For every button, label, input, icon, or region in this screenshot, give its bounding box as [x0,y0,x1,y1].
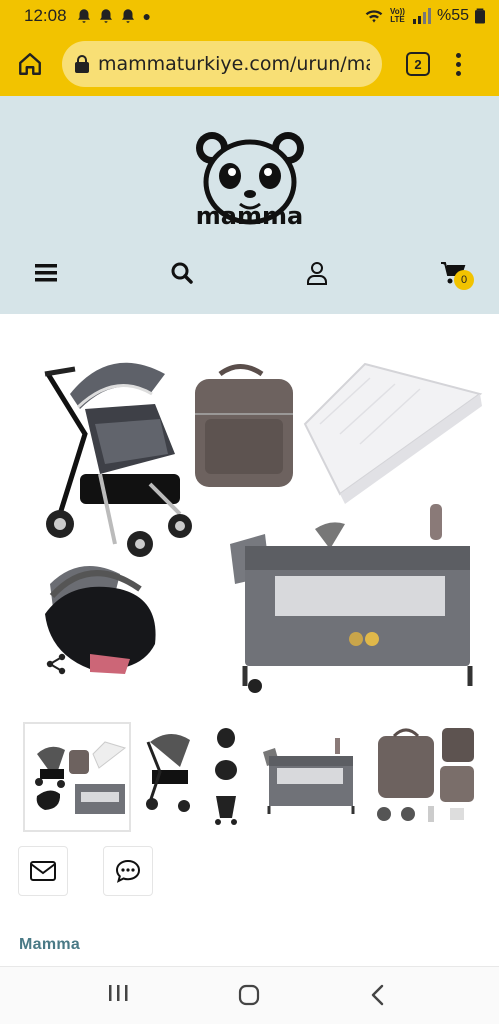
home-icon [19,53,41,75]
stroller-image [44,362,192,557]
tab-switcher-button[interactable]: 2 [406,52,430,76]
cart-count-badge: 0 [454,270,474,290]
status-time: 12:08 [24,6,67,25]
lock-icon [75,55,89,73]
chat-button[interactable] [103,846,153,896]
notification-icons [75,7,137,25]
product-collage [44,362,483,693]
browser-menu-button[interactable] [456,52,461,76]
account-button[interactable] [300,256,334,290]
thumbnail-image [146,728,237,825]
email-share-button[interactable] [18,846,68,896]
search-button[interactable] [165,256,199,290]
playard-image [230,504,473,693]
url-text: mammaturkiye.com/urun/mamma [98,53,370,75]
lte-indicator: Vo)) LTE [390,7,405,24]
signal-icon [412,8,431,24]
battery-percent: %55 [436,7,469,24]
android-nav-bar [0,967,499,1024]
menu-button[interactable] [30,256,64,290]
dot-icon [456,52,461,58]
backpack-image [195,364,293,487]
browser-toolbar: mammaturkiye.com/urun/mamma 2 [0,32,499,96]
product-brand-link[interactable]: Mamma [19,936,80,954]
chat-icon [115,859,141,883]
cart-button[interactable]: 0 [436,256,474,290]
mattress-image [303,362,483,504]
home-circle-icon [238,984,260,1006]
product-main-image[interactable] [0,314,499,718]
back-chevron-icon [371,984,384,1006]
battery-icon [475,8,485,24]
address-bar[interactable]: mammaturkiye.com/urun/mamma [62,41,382,87]
home-button[interactable] [10,44,50,84]
search-icon [171,262,193,284]
thumbnail-image [377,728,474,822]
thumbnail-stroller-variants[interactable] [140,722,248,832]
dot-icon [456,61,461,67]
user-icon [307,262,327,285]
thumbnail-image [35,741,127,814]
notification-dot: ● [142,8,152,24]
site-nav: 0 [0,256,499,290]
thumbnail-playard[interactable] [257,722,365,832]
share-icon[interactable] [44,652,68,676]
recent-apps-icon [109,985,128,1001]
recent-apps-button[interactable] [106,983,130,1008]
bell-icon [77,9,90,23]
bell-icon [99,9,112,23]
mail-icon [30,861,56,881]
thumbnail-image [263,738,355,814]
dot-icon [456,70,461,76]
back-button[interactable] [368,983,388,1012]
thumbnail-strip [20,722,482,834]
site-logo-text[interactable]: mamma [0,202,499,230]
menu-icon [35,264,57,282]
wifi-icon [365,10,383,23]
bell-icon [121,9,134,23]
home-nav-button[interactable] [237,983,261,1012]
thumbnail-backpack[interactable] [374,722,482,832]
thumbnail-stroller-set[interactable] [23,722,131,832]
site-header: mamma 0 [0,96,499,314]
status-bar: 12:08 ● Vo)) LTE %55 [0,0,499,32]
